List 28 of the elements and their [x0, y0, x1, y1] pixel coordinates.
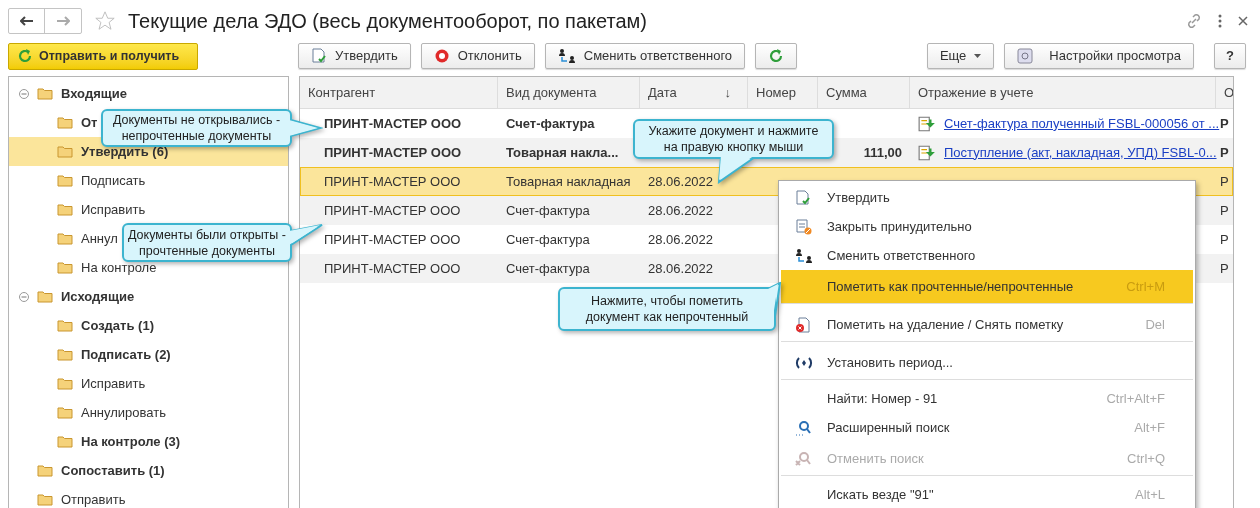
- table-cell-text: 28.06.2022: [648, 201, 714, 220]
- table-cell-text: Товарная накладная: [506, 172, 631, 191]
- table-cell-text: 111,00: [862, 143, 903, 162]
- table-cell-text: ПРИНТ-МАСТЕР ООО: [324, 230, 461, 249]
- table-cell-text: Счет-фактура: [506, 114, 595, 133]
- table-cell-text: Р: [1219, 230, 1230, 249]
- table-cell-text: ПРИНТ-МАСТЕР ООО: [324, 114, 462, 133]
- table-cell-text: ПРИНТ-МАСТЕР ООО: [324, 172, 461, 191]
- table-cell-text: Товарная накла...: [506, 143, 619, 162]
- table-cell-text: Счет-фактура: [506, 230, 590, 249]
- callout-text: Нажмите, чтобы пометить документ как непрочтенный: [585, 293, 749, 325]
- sort-indicator: ↓: [724, 83, 731, 102]
- table-cell-text: ПРИНТ-МАСТЕР ООО: [324, 259, 461, 278]
- table-cell-text: ПРИНТ-МАСТЕР ООО: [324, 201, 461, 220]
- table-cell-text: Р: [1219, 143, 1230, 162]
- table-cell-text: 28.06.2022: [648, 259, 714, 278]
- table-cell-text: 28.06.2022: [648, 172, 714, 191]
- callout-text: Документы были открыты - прочтенные документы: [128, 226, 286, 259]
- table-cell-text: Р: [1219, 114, 1230, 133]
- table-cell-text: Р: [1219, 201, 1230, 220]
- window-title: Текущие дела ЭДО (весь документооборот, по пакетам): [128, 9, 647, 34]
- table-cell-text: Р: [1219, 259, 1230, 278]
- table-cell-text: 28.06.2022: [648, 230, 714, 249]
- table-cell-text: Счет-фактура: [506, 201, 590, 220]
- table-cell-text: Р: [1219, 172, 1230, 191]
- callout-text: Укажите документ и нажмите на правую кнопку мыши: [648, 123, 819, 155]
- table-cell-text: ПРИНТ-МАСТЕР ООО: [324, 143, 462, 162]
- table-cell-text: Счет-фактура: [506, 259, 590, 278]
